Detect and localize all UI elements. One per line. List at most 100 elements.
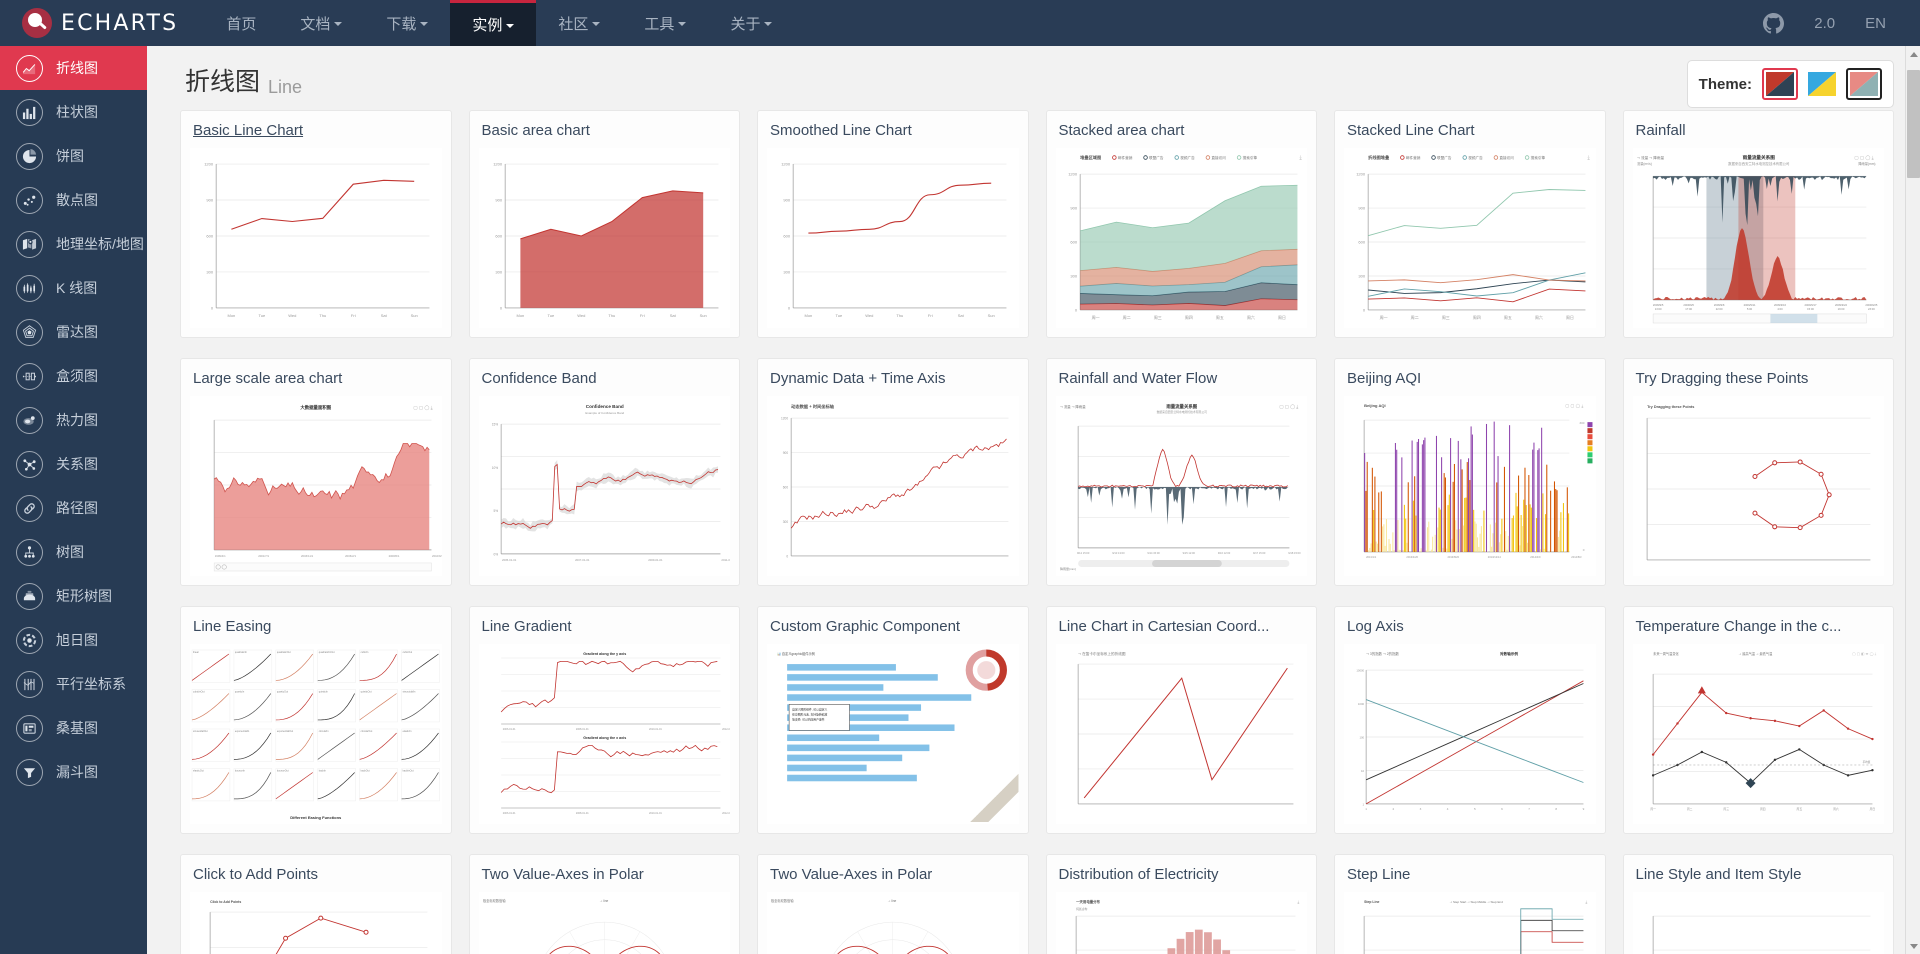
gallery-card-title[interactable]: Basic Line Chart <box>181 111 451 148</box>
gallery-card-title[interactable]: Stacked area chart <box>1047 111 1317 148</box>
gallery-card-thumbnail[interactable]: 未来一周气温变化 ⊸ 最高气温 ⊸ 最低气温 ▢ ▢ ◧ ⬌ ◯ ⤓ 平均值 周一 周二 周… <box>1632 644 1884 824</box>
sidebar-item-8[interactable]: 热力图 <box>0 398 147 442</box>
theme-swatch-blue-yellow[interactable] <box>1804 68 1840 100</box>
sidebar-item-14[interactable]: 平行坐标系 <box>0 662 147 706</box>
nav-item-1[interactable]: 文档 <box>278 0 364 46</box>
echarts-logo-link[interactable]: ECHARTS <box>0 0 204 46</box>
sidebar-item-1[interactable]: 柱状图 <box>0 90 147 134</box>
sidebar-item-16[interactable]: 漏斗图 <box>0 750 147 794</box>
gallery-card-9[interactable]: Rainfall and Water Flow 雨量流量关系图 数据来自西安兰特水电… <box>1045 358 1317 586</box>
sidebar-item-13[interactable]: 旭日图 <box>0 618 147 662</box>
gallery-card-thumbnail[interactable]: Mon Tue Wed Thu Fri Sat Sun 1200 900 600 300 0 <box>478 148 730 328</box>
gallery-card-thumbnail[interactable]: Step Line ⊸ Step Start ⊸ Step Middle ⊸ St… <box>1344 892 1596 954</box>
nav-item-6[interactable]: 关于 <box>708 0 794 46</box>
gallery-card-thumbnail[interactable]: Mon Tue Wed Thu Fri Sat Sun 1200 900 600 300 0 <box>190 148 442 328</box>
page-scrollbar[interactable] <box>1905 46 1920 954</box>
sidebar-item-6[interactable]: 雷达图 <box>0 310 147 354</box>
gallery-card-title[interactable]: Smoothed Line Chart <box>758 111 1028 148</box>
gallery-card-title[interactable]: Two Value-Axes in Polar <box>470 855 740 892</box>
gallery-card-thumbnail[interactable]: 雨量流量关系图 数据来自西安兰特水电测控技术有限公司 ⊸ 流量 ⊸ 降雨量 流量(m³… <box>1632 148 1884 328</box>
github-icon[interactable] <box>1763 12 1785 34</box>
gallery-card-15[interactable]: Line Chart in Cartesian Coord... ⊸ 在笛卡尔坐标… <box>1045 606 1317 834</box>
sidebar-item-15[interactable]: 桑基图 <box>0 706 147 750</box>
gallery-card-title[interactable]: Two Value-Axes in Polar <box>758 855 1028 892</box>
gallery-card-title[interactable]: Dynamic Data + Time Axis <box>758 359 1028 396</box>
sidebar-item-10[interactable]: 路径图 <box>0 486 147 530</box>
scroll-up-arrow-icon[interactable] <box>1906 46 1920 62</box>
gallery-card-title[interactable]: Confidence Band <box>470 359 740 396</box>
gallery-card-thumbnail[interactable]: ⊸ 在笛卡尔坐标系上的折线图 <box>1055 644 1307 824</box>
gallery-card-10[interactable]: Beijing AQI Beijing AQI ▢ ▢ ◯ ⤓ 300 0 2013/1/… <box>1334 358 1606 586</box>
gallery-card-22[interactable]: Step Line Step Line ⊸ Step Start ⊸ Step Mi… <box>1334 854 1606 954</box>
gallery-card-title[interactable]: Rainfall <box>1624 111 1894 148</box>
gallery-card-thumbnail[interactable]: Mon Tue Wed Thu Fri Sat Sun 1200 900 600 300 0 <box>767 148 1019 328</box>
gallery-card-title[interactable]: Stacked Line Chart <box>1335 111 1605 148</box>
gallery-card-thumbnail[interactable]: Click to Add Points <box>190 892 442 954</box>
gallery-card-thumbnail[interactable]: 周一 周二 周三 周四 周五 周六 周日 1200 900 600 300 0 堆叠区域图 邮件营销 联盟广… <box>1055 148 1307 328</box>
nav-item-4[interactable]: 社区 <box>536 0 622 46</box>
theme-swatch-salmon-teal[interactable] <box>1846 68 1882 100</box>
sidebar-item-12[interactable]: 矩形树图 <box>0 574 147 618</box>
gallery-card-thumbnail[interactable]: Try Dragging these Points <box>1632 396 1884 576</box>
nav-item-0[interactable]: 首页 <box>204 0 278 46</box>
nav-item-2[interactable]: 下载 <box>364 0 450 46</box>
gallery-card-thumbnail[interactable] <box>1632 892 1884 954</box>
gallery-card-thumbnail[interactable]: linear quadraticIn quadraticOut quadraticIn… <box>190 644 442 824</box>
gallery-card-thumbnail[interactable]: 大数据量面积图 ▢ ▢ ◯ ⤓ 1999/4/1 2001/7/1 2003/11/1 2… <box>190 396 442 576</box>
sidebar-item-4[interactable]: 地理坐标/地图 <box>0 222 147 266</box>
gallery-card-thumbnail[interactable]: 周一 周二 周三 周四 周五 周六 周日 1200 900 600 300 0 折线图堆叠 邮件营销 联盟广… <box>1344 148 1596 328</box>
gallery-card-8[interactable]: Dynamic Data + Time Axis 动态数据 + 时间坐标轴 0 300… <box>757 358 1029 586</box>
gallery-card-19[interactable]: Two Value-Axes in Polar 极坐标双数值轴 ⊸ line <box>468 854 740 954</box>
scroll-down-arrow-icon[interactable] <box>1906 938 1920 954</box>
gallery-card-0[interactable]: Basic Line Chart Mon Tue Wed Thu Fri Sat Sun 120… <box>180 110 452 338</box>
gallery-card-title[interactable]: Line Chart in Cartesian Coord... <box>1047 607 1317 644</box>
sidebar-item-7[interactable]: 盒须图 <box>0 354 147 398</box>
gallery-card-title[interactable]: Line Style and Item Style <box>1624 855 1894 892</box>
gallery-card-3[interactable]: Stacked area chart 周一 周二 周三 周四 周五 周六 周日 1200 900 6… <box>1045 110 1317 338</box>
scroll-thumb[interactable] <box>1907 70 1920 178</box>
gallery-card-title[interactable]: Line Gradient <box>470 607 740 644</box>
gallery-card-title[interactable]: Line Easing <box>181 607 451 644</box>
gallery-card-thumbnail[interactable]: 📊 自定义graphic组件示例 自定义图形组件, 可以自定义 任意图形元素, 支持… <box>767 644 1019 824</box>
gallery-card-7[interactable]: Confidence Band Confidence Band Example of… <box>468 358 740 586</box>
gallery-card-thumbnail[interactable]: 极坐标双数值轴 ⊸ line <box>478 892 730 954</box>
gallery-card-title[interactable]: Basic area chart <box>470 111 740 148</box>
gallery-card-title[interactable]: Large scale area chart <box>181 359 451 396</box>
gallery-card-23[interactable]: Line Style and Item Style <box>1622 854 1894 954</box>
gallery-card-thumbnail[interactable]: ⊸ 3的指数 ⊸ 2的指数 对数轴示例 1 2 3 4 5 6 7 8 9 1 10 100 1000 100… <box>1344 644 1596 824</box>
language-link[interactable]: EN <box>1865 15 1886 32</box>
gallery-card-title[interactable]: Beijing AQI <box>1335 359 1605 396</box>
gallery-card-title[interactable]: Log Axis <box>1335 607 1605 644</box>
gallery-card-17[interactable]: Temperature Change in the c... 未来一周气温变化 ⊸ … <box>1622 606 1894 834</box>
sidebar-item-0[interactable]: 折线图 <box>0 46 147 90</box>
gallery-card-title[interactable]: Temperature Change in the c... <box>1624 607 1894 644</box>
gallery-card-thumbnail[interactable]: Gradient along the y axis 2006-01-01 2008-… <box>478 644 730 824</box>
gallery-card-thumbnail[interactable]: Beijing AQI ▢ ▢ ◯ ⤓ 300 0 2013/1/1 2013/4/26 2… <box>1344 396 1596 576</box>
version-link[interactable]: 2.0 <box>1814 15 1835 32</box>
nav-item-3[interactable]: 实例 <box>450 0 537 46</box>
gallery-card-16[interactable]: Log Axis ⊸ 3的指数 ⊸ 2的指数 对数轴示例 1 2 3 4 5 6 7 8 9 1 10 10… <box>1334 606 1606 834</box>
gallery-card-21[interactable]: Distribution of Electricity 一天用电量分布 纯属虚构 ⤓ <box>1045 854 1317 954</box>
gallery-card-thumbnail[interactable]: 一天用电量分布 纯属虚构 ⤓ <box>1055 892 1307 954</box>
sidebar-item-9[interactable]: 关系图 <box>0 442 147 486</box>
gallery-card-title[interactable]: Click to Add Points <box>181 855 451 892</box>
gallery-card-13[interactable]: Line Gradient Gradient along the y axis 20… <box>468 606 740 834</box>
gallery-card-title[interactable]: Step Line <box>1335 855 1605 892</box>
gallery-card-5[interactable]: Rainfall 雨量流量关系图 数据来自西安兰特水电测控技术有限公司 ⊸ 流量 ⊸ … <box>1622 110 1894 338</box>
gallery-card-18[interactable]: Click to Add Points Click to Add Points <box>180 854 452 954</box>
gallery-card-20[interactable]: Two Value-Axes in Polar 极坐标双数值轴 ⊸ line <box>757 854 1029 954</box>
gallery-card-1[interactable]: Basic area chart Mon Tue Wed Thu Fri Sat Sun 120… <box>468 110 740 338</box>
sidebar-item-11[interactable]: 树图 <box>0 530 147 574</box>
sidebar-item-2[interactable]: 饼图 <box>0 134 147 178</box>
gallery-card-title[interactable]: Try Dragging these Points <box>1624 359 1894 396</box>
gallery-card-thumbnail[interactable]: Confidence Band Example of Confidence Ban… <box>478 396 730 576</box>
gallery-card-title[interactable]: Distribution of Electricity <box>1047 855 1317 892</box>
sidebar-item-5[interactable]: K 线图 <box>0 266 147 310</box>
sidebar-item-3[interactable]: 散点图 <box>0 178 147 222</box>
gallery-card-14[interactable]: Custom Graphic Component 📊 自定义graphic组件示例… <box>757 606 1029 834</box>
gallery-card-title[interactable]: Rainfall and Water Flow <box>1047 359 1317 396</box>
theme-swatch-red-dark[interactable] <box>1762 68 1798 100</box>
gallery-card-12[interactable]: Line Easing linear quadraticIn quadraticOut… <box>180 606 452 834</box>
gallery-card-6[interactable]: Large scale area chart 大数据量面积图 ▢ ▢ ◯ ⤓ 1999… <box>180 358 452 586</box>
gallery-card-title[interactable]: Custom Graphic Component <box>758 607 1028 644</box>
